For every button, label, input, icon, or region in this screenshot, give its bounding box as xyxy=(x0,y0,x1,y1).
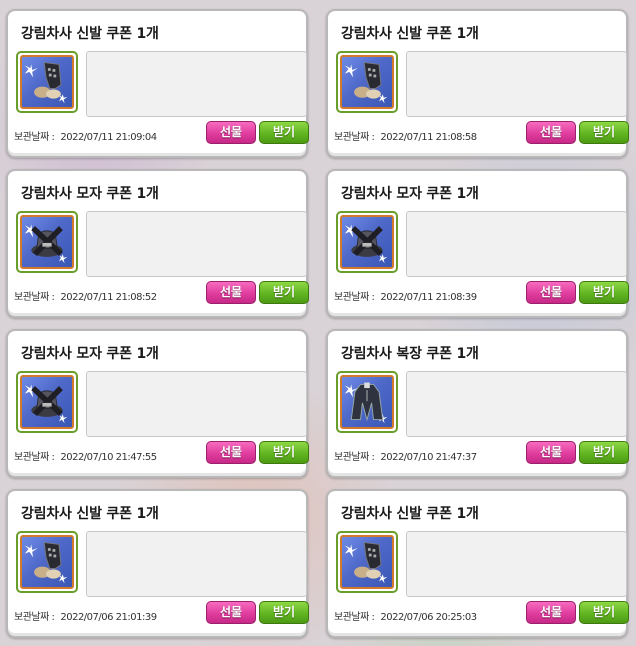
storage-date-row: 보관날짜 : 2022/07/06 20:25:03 xyxy=(334,608,477,623)
item-description-box xyxy=(86,211,307,277)
storage-date-row: 보관날짜 : 2022/07/06 21:01:39 xyxy=(14,608,157,623)
receive-button[interactable]: 받기 xyxy=(259,121,309,144)
item-thumbnail[interactable] xyxy=(16,371,78,433)
coupon-title: 강림차사 모자 쿠폰 1개 xyxy=(21,186,159,202)
shoes-icon-graphic xyxy=(344,542,388,584)
receive-button[interactable]: 받기 xyxy=(579,121,629,144)
coupon-card: 강림차사 모자 쿠폰 1개 보관날짜 :2022/07/11 21:08:39 … xyxy=(326,169,629,318)
gift-button[interactable]: 선물 xyxy=(206,121,256,144)
item-thumbnail[interactable] xyxy=(16,531,78,593)
coupon-title: 강림차사 신발 쿠폰 1개 xyxy=(21,506,159,522)
item-description-box xyxy=(86,51,307,117)
storage-date-label: 보관날짜 : xyxy=(334,132,375,143)
outfit-icon xyxy=(340,375,394,429)
receive-button[interactable]: 받기 xyxy=(259,441,309,464)
storage-date-value: 2022/07/11 21:08:58 xyxy=(380,132,477,143)
storage-date-value: 2022/07/11 21:08:52 xyxy=(60,292,157,303)
storage-date-label: 보관날짜 : xyxy=(334,452,375,463)
coupon-card: 강림차사 복장 쿠폰 1개 보관날짜 :2022/07/10 21:47:37 … xyxy=(326,329,629,478)
coupon-card: 강림차사 신발 쿠폰 1개 보관날짜 :2022/07/11 21:08:58 … xyxy=(326,9,629,158)
storage-date-row: 보관날짜 : 2022/07/11 21:08:52 xyxy=(14,288,157,303)
item-thumbnail[interactable] xyxy=(16,211,78,273)
item-thumbnail[interactable] xyxy=(336,51,398,113)
storage-date-row: 보관날짜 : 2022/07/10 21:47:55 xyxy=(14,448,157,463)
item-description-box xyxy=(406,371,627,437)
shoes-icon xyxy=(20,55,74,109)
item-description-box xyxy=(86,531,307,597)
gift-button[interactable]: 선물 xyxy=(526,121,576,144)
shoes-icon xyxy=(20,535,74,589)
item-description-box xyxy=(406,531,627,597)
coupon-title: 강림차사 모자 쿠폰 1개 xyxy=(21,346,159,362)
coupon-title: 강림차사 복장 쿠폰 1개 xyxy=(341,346,479,362)
storage-date-row: 보관날짜 : 2022/07/10 21:47:37 xyxy=(334,448,477,463)
item-thumbnail[interactable] xyxy=(336,531,398,593)
coupon-card: 강림차사 신발 쿠폰 1개 보관날짜 :2022/07/06 20:25:03 … xyxy=(326,489,629,638)
coupon-card: 강림차사 모자 쿠폰 1개 보관날짜 :2022/07/10 21:47:55 … xyxy=(6,329,309,478)
storage-date-value: 2022/07/11 21:08:39 xyxy=(380,292,477,303)
storage-date-label: 보관날짜 : xyxy=(14,452,55,463)
coupon-title: 강림차사 신발 쿠폰 1개 xyxy=(341,506,479,522)
hat-icon-graphic xyxy=(24,224,68,264)
hat-icon-graphic xyxy=(344,224,388,264)
storage-date-value: 2022/07/10 21:47:55 xyxy=(60,452,157,463)
storage-date-label: 보관날짜 : xyxy=(334,292,375,303)
storage-date-value: 2022/07/11 21:09:04 xyxy=(60,132,157,143)
storage-date-row: 보관날짜 : 2022/07/11 21:08:58 xyxy=(334,128,477,143)
hat-icon xyxy=(20,215,74,269)
receive-button[interactable]: 받기 xyxy=(579,441,629,464)
shoes-icon xyxy=(340,55,394,109)
receive-button[interactable]: 받기 xyxy=(579,601,629,624)
storage-date-label: 보관날짜 : xyxy=(334,612,375,623)
hat-icon-graphic xyxy=(24,384,68,424)
gift-button[interactable]: 선물 xyxy=(526,441,576,464)
coupon-storage-grid: 강림차사 신발 쿠폰 1개 보관날짜 :2022/07/11 21:09:04 … xyxy=(0,0,636,646)
hat-icon xyxy=(340,215,394,269)
shoes-icon-graphic xyxy=(344,62,388,104)
gift-button[interactable]: 선물 xyxy=(526,281,576,304)
outfit-icon-graphic xyxy=(344,382,388,424)
receive-button[interactable]: 받기 xyxy=(579,281,629,304)
gift-button[interactable]: 선물 xyxy=(526,601,576,624)
shoes-icon-graphic xyxy=(24,62,68,104)
item-description-box xyxy=(406,211,627,277)
coupon-title: 강림차사 모자 쿠폰 1개 xyxy=(341,186,479,202)
storage-date-row: 보관날짜 : 2022/07/11 21:09:04 xyxy=(14,128,157,143)
storage-date-row: 보관날짜 : 2022/07/11 21:08:39 xyxy=(334,288,477,303)
gift-button[interactable]: 선물 xyxy=(206,281,256,304)
coupon-title: 강림차사 신발 쿠폰 1개 xyxy=(21,26,159,42)
shoes-icon-graphic xyxy=(24,542,68,584)
item-thumbnail[interactable] xyxy=(336,371,398,433)
storage-date-label: 보관날짜 : xyxy=(14,292,55,303)
coupon-card: 강림차사 신발 쿠폰 1개 보관날짜 :2022/07/06 21:01:39 … xyxy=(6,489,309,638)
item-description-box xyxy=(86,371,307,437)
coupon-card: 강림차사 신발 쿠폰 1개 보관날짜 :2022/07/11 21:09:04 … xyxy=(6,9,309,158)
receive-button[interactable]: 받기 xyxy=(259,281,309,304)
item-description-box xyxy=(406,51,627,117)
storage-date-label: 보관날짜 : xyxy=(14,132,55,143)
coupon-card: 강림차사 모자 쿠폰 1개 보관날짜 :2022/07/11 21:08:52 … xyxy=(6,169,309,318)
storage-date-value: 2022/07/10 21:47:37 xyxy=(380,452,477,463)
storage-date-label: 보관날짜 : xyxy=(14,612,55,623)
hat-icon xyxy=(20,375,74,429)
item-thumbnail[interactable] xyxy=(16,51,78,113)
gift-button[interactable]: 선물 xyxy=(206,601,256,624)
shoes-icon xyxy=(340,535,394,589)
gift-button[interactable]: 선물 xyxy=(206,441,256,464)
storage-date-value: 2022/07/06 21:01:39 xyxy=(60,612,157,623)
storage-date-value: 2022/07/06 20:25:03 xyxy=(380,612,477,623)
coupon-title: 강림차사 신발 쿠폰 1개 xyxy=(341,26,479,42)
item-thumbnail[interactable] xyxy=(336,211,398,273)
receive-button[interactable]: 받기 xyxy=(259,601,309,624)
